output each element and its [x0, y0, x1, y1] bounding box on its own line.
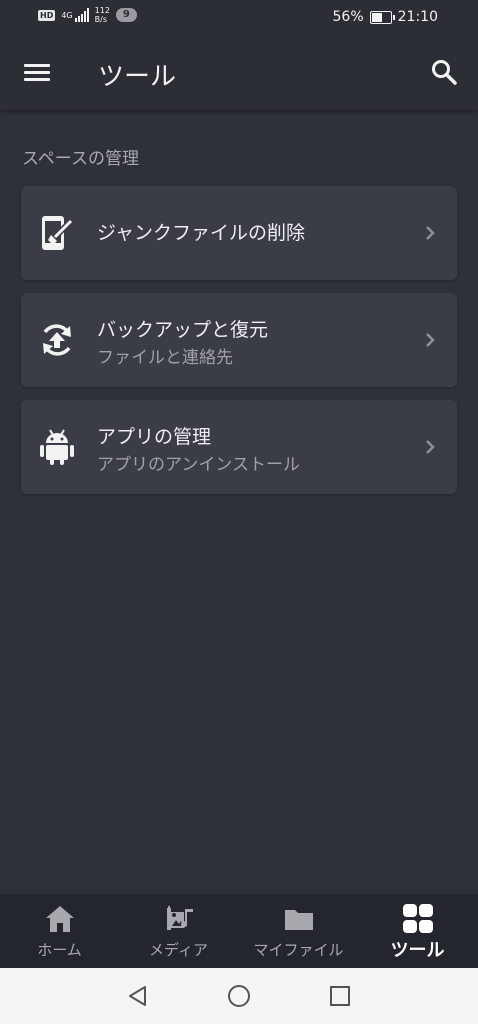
chevron-right-icon — [426, 226, 435, 240]
tools-grid-icon — [403, 904, 433, 933]
hamburger-menu-icon[interactable] — [24, 64, 50, 82]
nav-label: マイファイル — [253, 941, 344, 959]
recents-icon[interactable] — [328, 984, 352, 1008]
card-title: アプリの管理 — [97, 426, 212, 448]
nav-item-home[interactable]: ホーム — [0, 894, 119, 968]
card-title: ジャンクファイルの削除 — [97, 222, 306, 244]
folder-icon — [285, 910, 313, 930]
battery-icon — [369, 10, 395, 24]
section-label: スペースの管理 — [22, 149, 139, 169]
nav-label: ツール — [390, 940, 445, 961]
junk-file-cleanup-card[interactable]: ジャンクファイルの削除 — [21, 186, 457, 280]
notification-count-badge: 9 — [115, 8, 137, 22]
system-navigation-bar — [0, 968, 478, 1024]
nav-label: メディア — [149, 941, 208, 959]
backup-restore-icon — [43, 324, 71, 356]
backup-restore-card[interactable]: バックアップと復元 ファイルと連絡先 — [21, 293, 457, 387]
nav-item-media[interactable]: メディア — [119, 894, 238, 968]
battery-percent: 56% — [332, 9, 364, 25]
home-icon — [46, 906, 74, 932]
nav-label: ホーム — [37, 941, 82, 959]
app-management-card[interactable]: アプリの管理 アプリのアンインストール — [21, 400, 457, 494]
network-type: 4G — [61, 10, 73, 20]
bottom-navigation: ホーム メディア マイファイル ツール — [0, 894, 478, 968]
status-left: HD 4G 112 B/s 9 — [38, 6, 137, 24]
card-subtitle: アプリのアンインストール — [97, 455, 300, 475]
network-speed-value: 112 — [94, 6, 110, 15]
media-icon — [167, 906, 193, 930]
clock: 21:10 — [397, 9, 438, 25]
status-right: 56% 21:10 — [333, 9, 438, 25]
chevron-right-icon — [426, 440, 435, 454]
back-icon[interactable] — [126, 984, 150, 1008]
page-title: ツール — [98, 62, 177, 92]
nav-item-tools[interactable]: ツール — [358, 894, 477, 968]
network-speed-unit: B/s — [94, 15, 107, 24]
android-icon — [40, 429, 74, 465]
signal-icon — [74, 8, 89, 22]
app-bar: ツール — [0, 36, 478, 110]
network-speed: 112 B/s — [95, 6, 110, 24]
status-bar: HD 4G 112 B/s 9 56% 21:10 — [0, 0, 478, 36]
home-circle-icon[interactable] — [227, 984, 251, 1008]
nav-item-my-files[interactable]: マイファイル — [239, 894, 358, 968]
search-icon[interactable] — [430, 58, 458, 86]
hd-badge: HD — [38, 9, 56, 21]
phone-broom-icon — [42, 216, 74, 250]
chevron-right-icon — [426, 333, 435, 347]
battery-fill — [371, 12, 382, 22]
card-title: バックアップと復元 — [97, 319, 269, 341]
card-subtitle: ファイルと連絡先 — [97, 348, 233, 368]
